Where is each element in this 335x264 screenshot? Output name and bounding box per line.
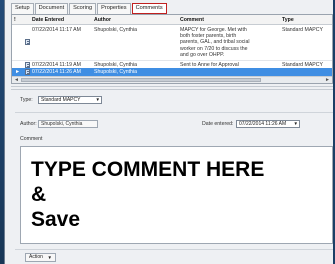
scroll-left-icon[interactable]: ◄ [14,77,19,83]
column-header-flag[interactable]: ! [14,17,22,23]
chevron-down-icon: ▼ [293,121,298,126]
type-select[interactable]: Standard MAPCY ▼ [38,96,102,104]
row-author: Shupolski, Cynthia [94,69,137,75]
comment-textarea[interactable]: TYPE COMMENT HERE & Save [20,146,333,244]
column-header-comment[interactable]: Comment [180,17,256,23]
divider [15,112,333,113]
row-date: 07/22/2014 11:26 AM [32,69,81,75]
table-row[interactable]: 07/22/2014 11:17 AM Shupolski, Cynthia M… [12,26,332,60]
action-menu-button[interactable]: Action ▼ [25,253,56,262]
table-row[interactable]: 07/22/2014 11:19 AM Shupolski, Cynthia S… [12,60,332,68]
comments-grid: ! Date Entered Author Comment Type 07/22… [11,14,333,84]
tab-comments[interactable]: Comments [131,3,167,14]
type-label: Type: [20,97,33,103]
chevron-down-icon: ▼ [47,255,52,260]
tab-properties[interactable]: Properties [97,3,131,14]
tab-setup[interactable]: Setup [11,3,34,14]
author-label: Author: [20,121,37,127]
comments-window: Setup Document Scoring Properties Commen… [4,0,333,264]
tab-scoring[interactable]: Scoring [69,3,97,14]
type-select-value: Standard MAPCY [41,97,81,103]
table-row-selected[interactable]: ► 07/22/2014 11:26 AM Shupolski, Cynthia [12,68,332,76]
comment-text: TYPE COMMENT HERE & Save [31,158,265,231]
tab-bar: Setup Document Scoring Properties Commen… [11,3,168,14]
author-field: Shupolski, Cynthia [38,120,98,128]
action-button-label: Action [29,254,43,260]
row-type: Standard MAPCY [282,27,323,33]
column-header-type[interactable]: Type [282,17,332,23]
scrollbar-thumb[interactable] [21,78,261,82]
column-header-date-entered[interactable]: Date Entered [32,17,90,23]
chevron-down-icon: ▼ [95,97,100,102]
date-entered-label: Date entered: [202,121,234,127]
grid-header: ! Date Entered Author Comment Type [12,15,332,25]
tab-document[interactable]: Document [34,3,69,14]
row-date: 07/22/2014 11:17 AM [32,27,81,33]
document-icon [25,39,30,45]
date-entered-value: 07/22/2014 11:26 AM [239,121,287,127]
document-icon [25,69,30,75]
column-header-author[interactable]: Author [94,17,174,23]
scroll-right-icon[interactable]: ► [325,77,330,83]
row-comment: MAPCY for George. Met with both foster p… [180,27,250,58]
date-entered-picker[interactable]: 07/22/2014 11:26 AM ▼ [236,120,300,128]
comment-label: Comment [20,136,43,142]
row-author: Shupolski, Cynthia [94,27,137,33]
divider [15,249,333,250]
horizontal-scrollbar[interactable]: ◄ ► [12,76,332,83]
row-pointer-icon: ► [15,69,21,75]
pane-splitter[interactable] [11,86,333,90]
